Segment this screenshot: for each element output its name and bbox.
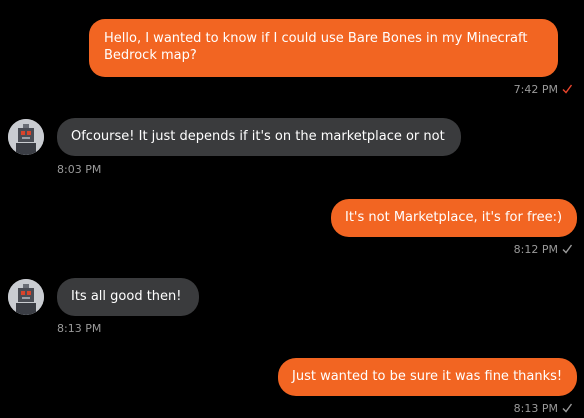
robot-avatar-icon bbox=[8, 279, 44, 315]
outgoing-message-bubble[interactable]: Just wanted to be sure it was fine thank… bbox=[278, 358, 577, 396]
message-text: Its all good then! bbox=[71, 289, 182, 304]
check-icon bbox=[562, 84, 572, 94]
outgoing-message-bubble[interactable]: It's not Marketplace, it's for free:) bbox=[331, 199, 577, 237]
message-timestamp: 8:13 PM bbox=[514, 402, 572, 415]
check-icon bbox=[562, 244, 572, 254]
message-text: Just wanted to be sure it was fine thank… bbox=[292, 369, 563, 384]
message-time: 8:03 PM bbox=[57, 163, 102, 176]
message-timestamp: 8:12 PM bbox=[514, 243, 572, 256]
avatar[interactable] bbox=[8, 119, 44, 155]
avatar[interactable] bbox=[8, 279, 44, 315]
message-timestamp: 8:03 PM bbox=[57, 163, 101, 176]
incoming-message-bubble[interactable]: Its all good then! bbox=[57, 278, 199, 316]
message-text: Ofcourse! It just depends if it's on the… bbox=[71, 129, 445, 144]
message-time: 8:13 PM bbox=[57, 322, 102, 335]
message-timestamp: 7:42 PM bbox=[514, 83, 572, 96]
outgoing-message-bubble[interactable]: Hello, I wanted to know if I could use B… bbox=[89, 19, 558, 77]
check-icon bbox=[562, 403, 572, 413]
message-timestamp: 8:13 PM bbox=[57, 322, 101, 335]
message-text: Hello, I wanted to know if I could use B… bbox=[104, 31, 528, 63]
message-time: 7:42 PM bbox=[513, 83, 558, 96]
robot-avatar-icon bbox=[8, 119, 44, 155]
message-time: 8:12 PM bbox=[513, 243, 558, 256]
incoming-message-bubble[interactable]: Ofcourse! It just depends if it's on the… bbox=[57, 118, 461, 156]
message-time: 8:13 PM bbox=[513, 402, 558, 415]
message-text: It's not Marketplace, it's for free:) bbox=[345, 210, 563, 225]
